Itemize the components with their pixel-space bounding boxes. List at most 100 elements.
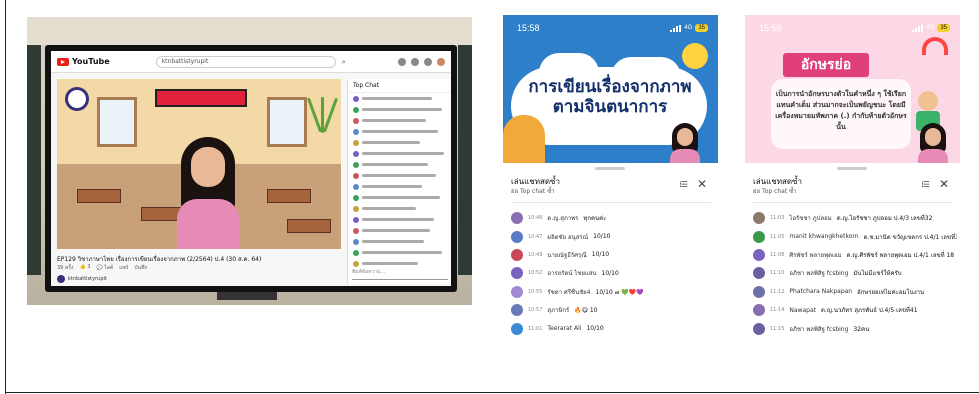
close-icon[interactable]: ✕: [697, 177, 707, 191]
notifications-icon[interactable]: [424, 57, 432, 66]
message-time: 10:57: [528, 307, 543, 314]
message-text: 🔥😋 10: [574, 306, 598, 314]
message-text: มันไม่มีแชร์ให้ครับ: [853, 270, 902, 278]
chat-avatar: [353, 249, 359, 256]
phone-screenshot-1: การเขียนเรื่องจากภาพตามจินตนาการ 15:58 4…: [503, 15, 718, 347]
presenter-thumbnail: [916, 123, 950, 163]
chat-avatar: [353, 205, 359, 212]
youtube-logo[interactable]: YouTube: [57, 57, 110, 66]
live-chat-message: [348, 115, 451, 126]
presenter-thumbnail: [668, 123, 702, 163]
chat-avatar: [353, 172, 359, 179]
status-bar: 15:58 4G 35: [503, 15, 718, 41]
chat-message[interactable]: 11:12 Phatchara Nakpapan อักษรย่อเท่ไมค่ะอ…: [753, 283, 957, 301]
chat-message[interactable]: 10:46 ด.ญ.สุภาพร ทุกคนค่ะ: [511, 209, 715, 227]
message-author: manit khwangkhetkorn: [789, 233, 859, 241]
account-avatar[interactable]: [437, 57, 445, 66]
illegible-message-text: [362, 119, 426, 122]
live-chat-message: [348, 93, 451, 104]
video-player[interactable]: [57, 79, 341, 249]
share-button[interactable]: แชร์: [119, 264, 128, 272]
chat-avatar: [353, 227, 359, 234]
message-time: 11:05: [770, 233, 785, 240]
chat-message[interactable]: 10:47 ผลิตชัย อนุสรณ์ 10/10: [511, 227, 715, 245]
illegible-message-text: [362, 207, 416, 210]
message-text: 10/10: [586, 325, 604, 333]
chat-message[interactable]: 10:52 อารยรัตน์ ไชยแสน 10/10: [511, 264, 715, 282]
chat-avatar: [353, 183, 359, 190]
message-time: 11:01: [528, 325, 543, 332]
chat-avatar: [353, 117, 359, 124]
chat-message[interactable]: 11:15 อภิชา พลพิสิฐ fcsbing 32คน: [753, 319, 957, 337]
plant: [306, 93, 339, 133]
replay-chat-panel: เล่นแชทสดซ้ำ ย่อ Top chat ซ้ำ ⁞☰ ✕ 10:46…: [503, 163, 718, 347]
bear-illustration: [503, 115, 545, 163]
message-text: ด.ช.มานิต ขวัญเขตกร ป.4/1 เลขที่3: [863, 233, 957, 241]
save-button[interactable]: บันทึก: [135, 264, 148, 272]
classroom-desk: [77, 189, 121, 203]
live-chat-message: [348, 148, 451, 159]
message-author: ไอรัชชา ภูปลอม: [789, 215, 832, 223]
message-text: ด.ญ.ไอรัชชา ภูปลอม ป.4/3 เลขที่32: [836, 215, 933, 223]
chat-message[interactable]: 10:49 นายณัฐธีร์ศรุณี 10/10: [511, 246, 715, 264]
lesson-title: การเขียนเรื่องจากภาพตามจินตนาการ: [528, 77, 692, 117]
message-author: ผลิตชัย อนุสรณ์: [547, 233, 589, 241]
chat-message[interactable]: 10:57 สุภาษิกร์ 🔥😋 10: [511, 301, 715, 319]
classroom-desk: [287, 219, 331, 233]
illegible-message-text: [362, 218, 434, 221]
illegible-message-text: [362, 97, 432, 100]
message-author: Teerarat Ali: [547, 325, 582, 333]
drag-handle[interactable]: [837, 167, 867, 170]
chat-avatar: [511, 304, 523, 317]
message-author: ศิรพัชร์ พลายพุดเอม: [789, 251, 842, 259]
filter-icon[interactable]: ⁞☰: [679, 180, 688, 189]
apps-icon[interactable]: [411, 57, 419, 66]
chat-message[interactable]: 11:03 ไอรัชชา ภูปลอม ด.ญ.ไอรัชชา ภูปลอม ป.…: [753, 209, 957, 227]
battery-icon: 35: [695, 24, 708, 32]
filter-icon[interactable]: ⁞☰: [921, 180, 930, 189]
chat-messages: 11:03 ไอรัชชา ภูปลอม ด.ญ.ไอรัชชา ภูปลอม ป.…: [753, 209, 957, 338]
chat-avatar: [753, 322, 765, 335]
chat-message[interactable]: 10:55 รัชดา ศรีชื่นชัย4 10/10 ๗ 💚❤️💜: [511, 283, 715, 301]
message-text: 32คน: [853, 325, 870, 333]
live-chat-input[interactable]: พิมพ์ข้อความ...: [352, 268, 448, 280]
chat-message[interactable]: 11:10 อภิชา พลพิสิฐ fcsbing มันไม่มีแชร์ให…: [753, 264, 957, 282]
comment-button[interactable]: 💬 ไลค์: [96, 264, 113, 272]
channel-name: ktnbattistyrupit: [68, 276, 107, 282]
illegible-message-text: [362, 152, 444, 155]
live-chat-message: [348, 159, 451, 170]
youtube-search-input[interactable]: ktnbattistyrupit: [155, 55, 336, 68]
page: YouTube ktnbattistyrupit ⌕ EP129 วิชาภาษ…: [0, 0, 979, 394]
classroom-window: [267, 97, 307, 147]
live-chat-message: [348, 192, 451, 203]
create-icon[interactable]: [398, 57, 406, 66]
message-time: 11:15: [770, 325, 785, 332]
chat-message[interactable]: 11:08 ศิรพัชร์ พลายพุดเอม ด.ญ.ศิรพัชร์ พลา…: [753, 246, 957, 264]
chat-message[interactable]: 11:01 Teerarat Ali 10/10: [511, 319, 715, 337]
chat-avatar: [353, 150, 359, 157]
message-time: 10:52: [528, 270, 543, 277]
chat-message[interactable]: 11:14 Nawapat ด.ญ.นวภัทร สุภรพันธ์ ป.4/5 เ…: [753, 301, 957, 319]
chat-message[interactable]: 11:05 manit khwangkhetkorn ด.ช.มานิต ขวัญเ…: [753, 227, 957, 245]
message-author: นายณัฐธีร์ศรุณี: [547, 251, 587, 259]
message-time: 10:46: [528, 215, 543, 222]
live-chat-message: [348, 126, 451, 137]
message-time: 11:03: [770, 215, 785, 222]
classroom-window: [97, 97, 137, 147]
youtube-top-bar: YouTube ktnbattistyrupit ⌕: [51, 51, 451, 73]
drag-handle[interactable]: [595, 167, 625, 170]
live-chat-header[interactable]: Top Chat: [348, 79, 451, 93]
like-button[interactable]: 👍 3: [79, 264, 90, 272]
channel-row[interactable]: ktnbattistyrupit: [57, 275, 107, 283]
message-text: 10/10: [593, 233, 611, 241]
teacher: [173, 137, 243, 249]
search-icon[interactable]: ⌕: [342, 57, 352, 67]
chat-messages: 10:46 ด.ญ.สุภาพร ทุกคนค่ะ 10:47 ผลิตชัย อนุส…: [511, 209, 715, 338]
illegible-message-text: [362, 251, 442, 254]
illegible-message-text: [362, 174, 436, 177]
chat-avatar: [753, 248, 765, 261]
chat-avatar: [353, 95, 359, 102]
close-icon[interactable]: ✕: [939, 177, 949, 191]
chat-avatar: [753, 267, 765, 280]
message-text: ด.ญ.ศิรพัชร์ พลายพุดเอม ป.4/1 เลขที่ 18: [846, 251, 955, 259]
